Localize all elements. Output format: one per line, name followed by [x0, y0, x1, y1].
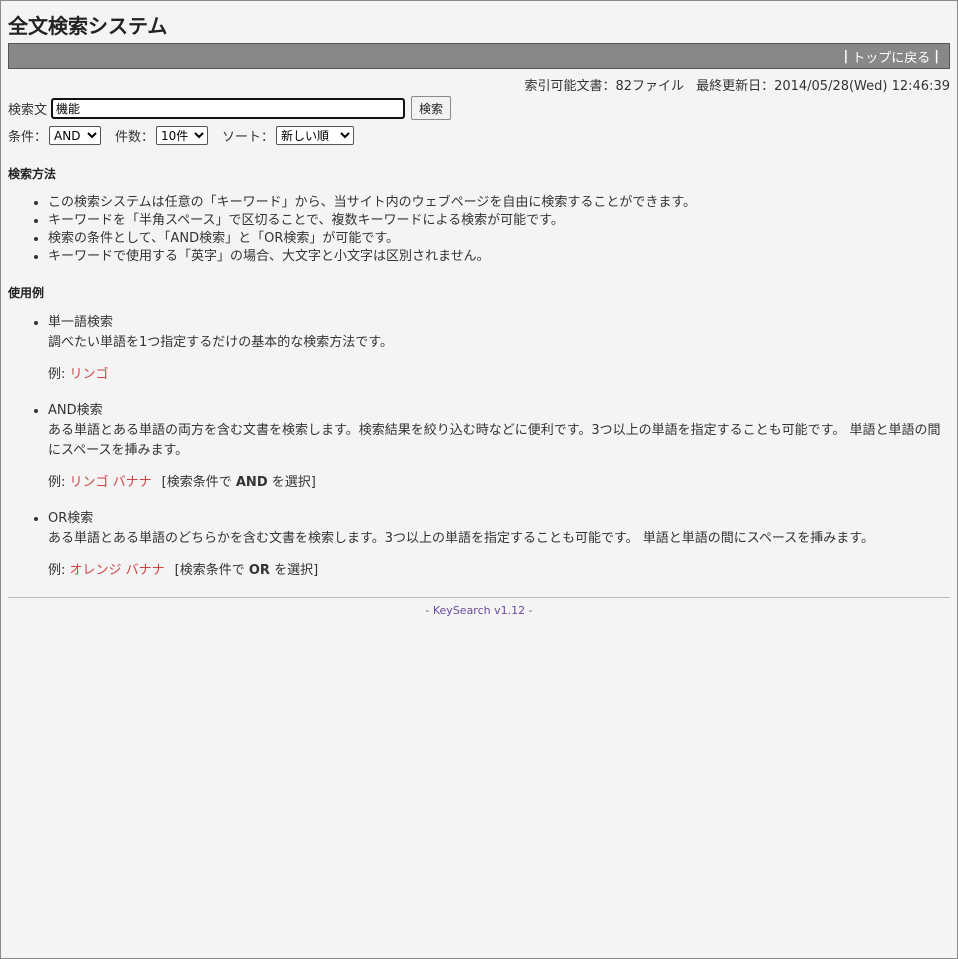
condition-label: 条件： [8, 130, 48, 145]
search-input[interactable] [51, 97, 406, 119]
footer-dash-right: - [525, 604, 533, 617]
example-line: 例: オレンジ バナナ [検索条件で OR を選択] [48, 561, 950, 581]
example-item: 単一語検索 調べたい単語を1つ指定するだけの基本的な検索方法です。 例: リンゴ [48, 313, 950, 385]
note-post: を選択] [269, 563, 319, 578]
examples-heading: 使用例 [8, 286, 45, 300]
keysearch-link[interactable]: KeySearch v1.12 [433, 604, 525, 617]
search-row: 検索文 検索 [8, 96, 950, 120]
search-label: 検索文 [8, 102, 48, 118]
doc-count: 索引可能文書：82ファイル [524, 79, 685, 94]
separator-left: | [843, 48, 849, 64]
page: 全文検索システム | トップに戻る | 索引可能文書：82ファイル 最終更新日：2… [1, 10, 957, 617]
example-item: AND検索 ある単語とある単語の両方を含む文書を検索します。検索結果を絞り込む時… [48, 401, 950, 493]
footer-dash-left: - [425, 604, 433, 617]
note-bold: OR [248, 563, 270, 578]
method-item: キーワードで使用する「英字」の場合、大文字と小文字は区別されません。 [48, 248, 950, 266]
method-item: キーワードを「半角スペース」で区切ることで、複数キーワードによる検索が可能です。 [48, 212, 950, 230]
example-title: AND検索 [48, 403, 103, 418]
condition-select[interactable]: AND [49, 126, 102, 145]
example-note: [検索条件で OR を選択] [175, 563, 319, 578]
last-updated: 最終更新日：2014/05/28(Wed) 12:46:39 [696, 79, 950, 94]
method-list: この検索システムは任意の「キーワード」から、当サイト内のウェブページを自由に検索… [8, 194, 950, 266]
sort-label: ソート： [222, 130, 275, 145]
example-desc: 調べたい単語を1つ指定するだけの基本的な検索方法です。 [48, 335, 393, 350]
example-line: 例: リンゴ バナナ [検索条件で AND を選択] [48, 473, 950, 493]
back-to-top-link[interactable]: トップに戻る [852, 47, 930, 66]
example-line: 例: リンゴ [48, 365, 950, 385]
sort-select[interactable]: 新しい順 [276, 126, 355, 145]
example-note: [検索条件で AND を選択] [162, 475, 316, 490]
separator-right: | [934, 48, 939, 64]
example-item: OR検索 ある単語とある単語のどちらかを含む文書を検索します。3つ以上の単語を指… [48, 509, 950, 581]
footer-divider [8, 597, 950, 598]
example-prefix: 例: [48, 367, 70, 382]
note-pre: [検索条件で [174, 563, 249, 578]
footer: - KeySearch v1.12 - [8, 604, 950, 617]
count-label: 件数： [115, 130, 155, 145]
count-select[interactable]: 10件 [156, 126, 209, 145]
note-bold: AND [235, 475, 268, 490]
method-item: 検索の条件として、「AND検索」と「OR検索」が可能です。 [48, 230, 950, 248]
note-post: を選択] [267, 475, 316, 490]
method-heading: 検索方法 [8, 167, 57, 181]
options-row: 条件： AND 件数： 10件 ソート： 新しい順 [8, 126, 950, 145]
example-desc: ある単語とある単語の両方を含む文書を検索します。検索結果を絞り込む時などに便利で… [48, 423, 941, 458]
example-keyword: リンゴ バナナ [69, 475, 152, 490]
index-info: 索引可能文書：82ファイル 最終更新日：2014/05/28(Wed) 12:46… [8, 75, 950, 94]
examples-list: 単一語検索 調べたい単語を1つ指定するだけの基本的な検索方法です。 例: リンゴ… [8, 313, 950, 581]
example-desc: ある単語とある単語のどちらかを含む文書を検索します。3つ以上の単語を指定すること… [48, 531, 874, 546]
example-title: 単一語検索 [48, 315, 114, 330]
page-title: 全文検索システム [8, 14, 168, 38]
example-prefix: 例: [48, 563, 70, 578]
example-keyword: リンゴ [69, 367, 109, 382]
method-item: この検索システムは任意の「キーワード」から、当サイト内のウェブページを自由に検索… [48, 194, 950, 212]
example-title: OR検索 [48, 511, 94, 526]
note-pre: [検索条件で [161, 475, 236, 490]
top-bar: | トップに戻る | [8, 43, 950, 69]
search-button[interactable]: 検索 [411, 96, 452, 120]
example-keyword: オレンジ バナナ [69, 563, 165, 578]
example-prefix: 例: [48, 475, 70, 490]
